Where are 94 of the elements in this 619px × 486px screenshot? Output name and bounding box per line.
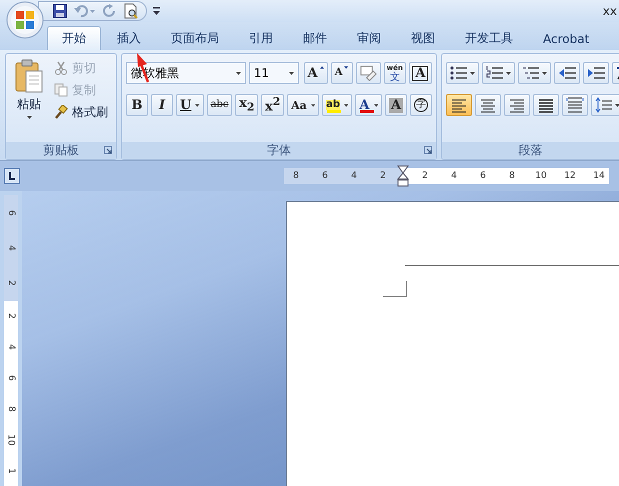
align-left-button[interactable] — [446, 94, 472, 116]
ribbon-tab[interactable]: Acrobat — [529, 27, 604, 50]
caret-icon — [470, 72, 475, 74]
painter-button[interactable]: 格式刷 — [54, 103, 108, 121]
align-right-icon — [508, 97, 526, 113]
ruler-number: 8 — [6, 406, 16, 412]
group-label: 剪贴板 — [6, 142, 116, 159]
align-left-icon — [450, 97, 468, 113]
decrease-indent-icon — [558, 65, 576, 81]
line-spacing-button[interactable] — [591, 94, 619, 116]
ruler-number: 2 — [6, 314, 16, 320]
multilevel-list-icon — [522, 65, 540, 81]
subscript-button[interactable]: x$_{2}$ — [235, 94, 258, 116]
print-preview-icon[interactable] — [124, 3, 138, 19]
ruler-number: 4 — [350, 171, 358, 181]
align-distributed-button[interactable] — [562, 94, 588, 116]
strikethrough-button[interactable]: abc — [206, 94, 232, 116]
ribbon-tab[interactable]: 插入 — [103, 27, 155, 50]
bullets-button[interactable] — [446, 62, 479, 84]
ribbon-tab[interactable]: 审阅 — [343, 27, 395, 50]
save-icon[interactable] — [53, 4, 67, 18]
clipboard-icon — [15, 59, 43, 93]
ribbon-tab[interactable]: 邮件 — [289, 27, 341, 50]
ribbon-tab[interactable]: 引用 — [235, 27, 287, 50]
paste-button[interactable]: 粘贴 — [8, 57, 50, 139]
dropdown-arrow-icon — [288, 72, 294, 74]
margin-corner-icon — [383, 281, 407, 297]
ruler-number: 6 — [479, 171, 487, 181]
character-border-button[interactable]: A — [408, 62, 432, 84]
ruler-number: 10 — [535, 171, 547, 181]
line-spacing-icon — [595, 97, 613, 113]
group-label: 字体 — [122, 142, 436, 159]
tab-selector-icon[interactable] — [4, 168, 20, 184]
ruler-number: 2 — [6, 280, 16, 286]
font-size-field[interactable]: 11 — [248, 62, 299, 84]
eraser-icon — [360, 65, 377, 81]
bullets-icon — [450, 65, 468, 81]
italic-button[interactable]: I — [151, 94, 173, 116]
align-justify-icon — [537, 97, 555, 113]
ruler-number: 2 — [421, 171, 429, 181]
underline-button[interactable]: U — [176, 94, 204, 116]
font-color-button[interactable]: A — [355, 94, 382, 116]
caret-icon — [506, 72, 511, 74]
grow-font-button[interactable]: A — [304, 62, 328, 84]
decrease-indent-button[interactable] — [554, 62, 580, 84]
clear-formatting-button[interactable] — [356, 62, 381, 84]
ruler-number: 2 — [379, 171, 387, 181]
caret-icon — [542, 72, 547, 74]
ruler-number: 6 — [6, 375, 16, 381]
ruler-number: 4 — [6, 245, 16, 251]
up-triangle-icon — [320, 66, 324, 69]
copy-icon — [54, 83, 68, 97]
caret-icon — [26, 116, 32, 119]
dialog-launcher-icon[interactable] — [424, 146, 432, 154]
down-triangle-icon — [344, 66, 349, 69]
scissors-icon — [54, 61, 68, 75]
align-justify-button[interactable] — [533, 94, 559, 116]
group-label: 段落 — [442, 142, 619, 159]
ruler-number: 10 — [6, 434, 16, 446]
dialog-launcher-icon[interactable] — [104, 146, 112, 154]
ruler-number: 8 — [508, 171, 516, 181]
superscript-button[interactable]: x$^{2}$ — [261, 94, 284, 116]
ribbon-tab[interactable]: 开始 — [47, 26, 101, 50]
window-title: xx — [602, 4, 618, 18]
caret-icon — [615, 104, 619, 106]
align-right-button[interactable] — [504, 94, 530, 116]
increase-indent-button[interactable] — [583, 62, 609, 84]
ruler-number: 8 — [292, 171, 300, 181]
customize-menu-icon[interactable] — [153, 6, 161, 16]
change-case-button[interactable]: Aa — [287, 94, 320, 116]
ruler-number: 6 — [321, 171, 329, 181]
ruler-number: 12 — [564, 171, 576, 181]
align-center-button[interactable] — [475, 94, 501, 116]
ruler-number: 1 — [6, 468, 16, 474]
indent-marker-icon[interactable] — [397, 165, 409, 187]
dropdown-arrow-icon — [236, 72, 241, 74]
increase-indent-icon — [587, 65, 605, 81]
align-center-icon — [479, 97, 497, 113]
numbering-button[interactable] — [482, 62, 515, 84]
ruler-number: 4 — [6, 344, 16, 350]
align-distributed-icon — [566, 97, 584, 113]
multilevel-list-button[interactable] — [518, 62, 551, 84]
ruler-number: 4 — [450, 171, 458, 181]
bold-button[interactable]: B — [126, 94, 148, 116]
ribbon-tab[interactable]: 页面布局 — [157, 27, 233, 50]
ribbon-tab[interactable]: 视图 — [397, 27, 449, 50]
ribbon-tab[interactable]: 开发工具 — [451, 27, 527, 50]
highlight-button[interactable]: ab — [322, 94, 352, 116]
ruler-number: 14 — [593, 171, 605, 181]
numbering-icon — [486, 65, 504, 81]
ruler-number: 6 — [6, 210, 16, 216]
shrink-font-button[interactable]: A — [330, 62, 353, 84]
character-shading-button[interactable]: A — [384, 94, 407, 116]
brush-icon — [54, 105, 68, 119]
